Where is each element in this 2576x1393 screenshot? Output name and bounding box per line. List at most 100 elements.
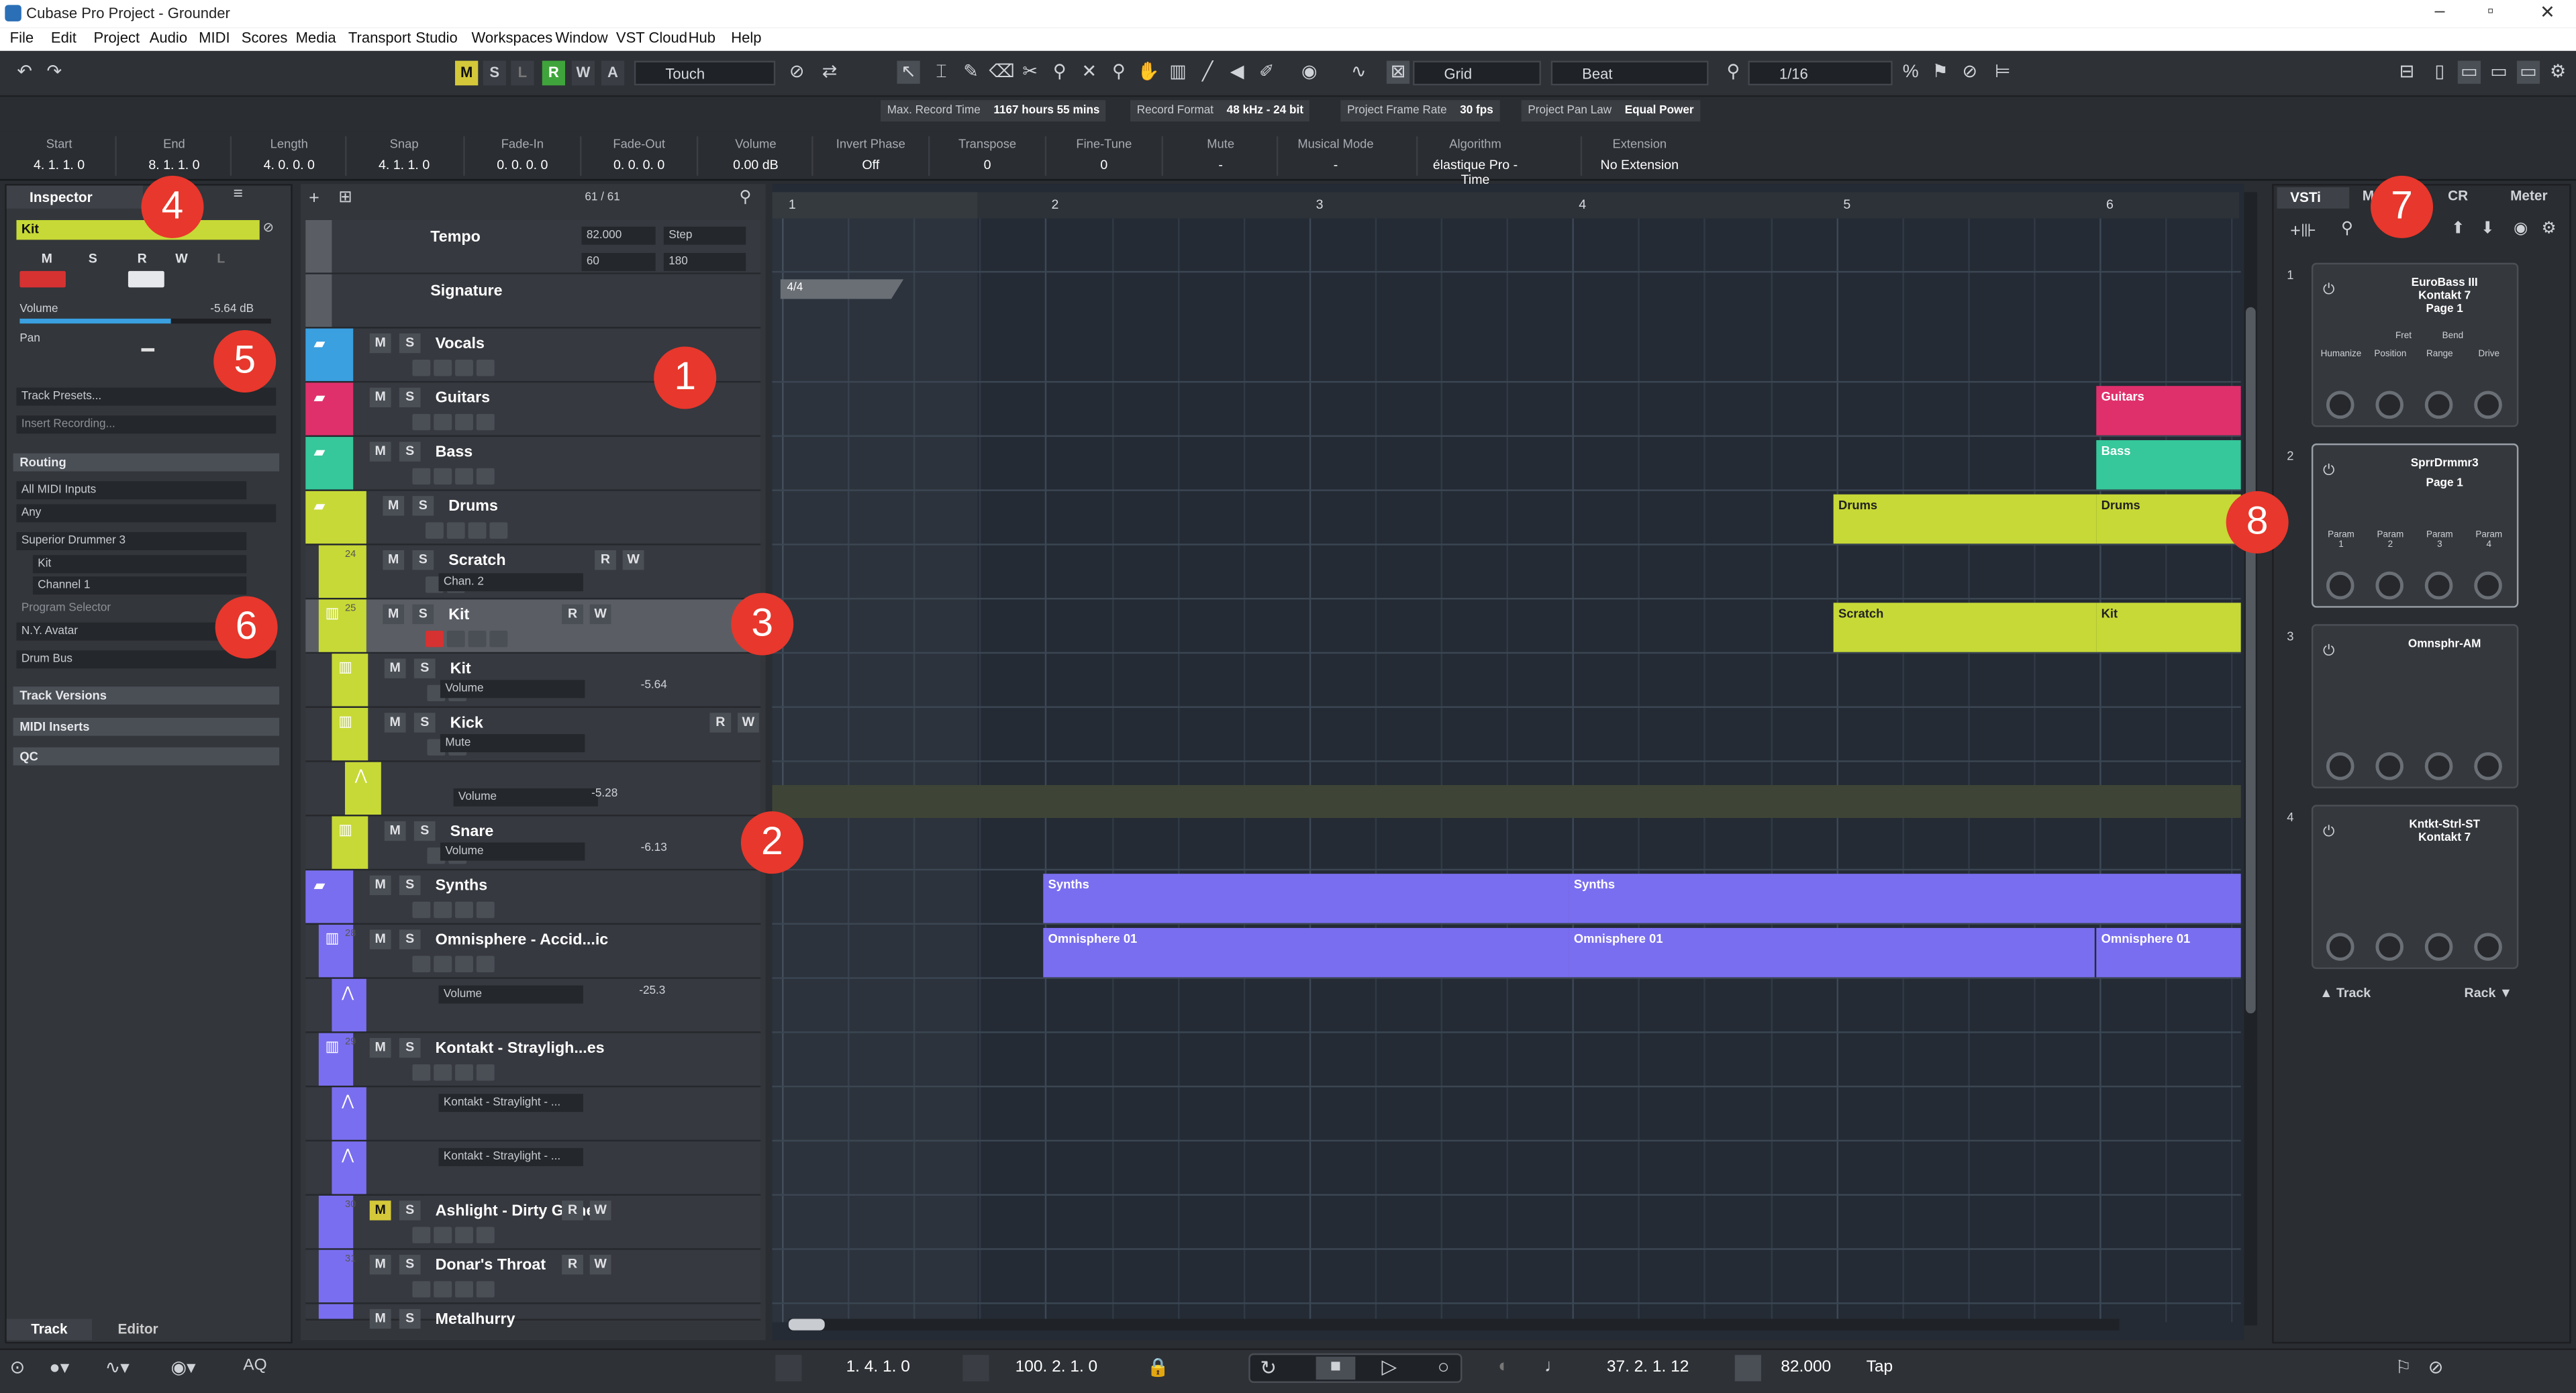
event-omnisphere-2[interactable]: Omnisphere 01 <box>1569 927 2095 978</box>
inspector-record-button[interactable] <box>19 270 66 288</box>
inspector-tab[interactable]: Inspector <box>6 185 143 209</box>
editor-tab[interactable]: Editor <box>95 1319 181 1341</box>
solo-state-button[interactable]: S <box>483 60 506 86</box>
track-control[interactable] <box>434 413 452 431</box>
tempo-value[interactable]: 82.000 <box>1781 1358 1831 1376</box>
undo-icon[interactable]: ↶ <box>13 61 36 84</box>
play-tool-icon[interactable]: ◀ <box>1226 61 1248 84</box>
solo-button[interactable]: S <box>413 713 436 733</box>
track-control[interactable] <box>434 468 452 485</box>
write-button[interactable]: W <box>738 713 759 733</box>
track-control[interactable] <box>412 1064 431 1081</box>
solo-button[interactable]: S <box>399 1255 421 1275</box>
track-control[interactable] <box>455 901 473 919</box>
range-tool-icon[interactable]: ⌶ <box>930 61 952 84</box>
menu-transport[interactable]: Transport <box>348 30 411 46</box>
track-color-strip[interactable] <box>318 545 366 598</box>
automation-value[interactable]: -25.3 <box>597 986 665 997</box>
info-value-0[interactable]: 4. 1. 1. 0 <box>1 158 116 172</box>
menu-hub[interactable]: Hub <box>689 30 715 46</box>
mute-button[interactable]: M <box>384 713 406 733</box>
inspector-timebase-button[interactable] <box>128 270 164 288</box>
track-control[interactable] <box>468 630 487 648</box>
mute-button[interactable]: M <box>383 604 405 625</box>
time-signature-event[interactable]: 4/4 <box>780 279 904 299</box>
write-button[interactable]: W <box>589 604 611 625</box>
sync-transport-icon[interactable]: ⊘ <box>2428 1357 2444 1378</box>
info-value-10[interactable]: - <box>1163 158 1278 172</box>
line-tool-icon[interactable]: ╱ <box>1196 61 1219 84</box>
sync-icon[interactable]: ⊘ <box>1959 61 1981 84</box>
add-track-icon[interactable]: + <box>309 189 319 208</box>
param-knob[interactable] <box>2326 933 2355 961</box>
param-knob[interactable] <box>2375 752 2404 780</box>
read-button[interactable]: R <box>595 550 616 570</box>
track-control[interactable] <box>476 360 495 376</box>
inspector-menu-icon[interactable]: ≡ <box>234 186 243 204</box>
snap-icon[interactable]: ⊠ <box>1386 60 1410 84</box>
grid-type-select[interactable]: Beat <box>1550 60 1709 86</box>
mute-button[interactable]: M <box>369 1308 391 1329</box>
listen-state-button[interactable]: L <box>511 60 534 86</box>
link-icon[interactable]: ⊘ <box>785 61 808 84</box>
param-knob[interactable] <box>2474 752 2502 780</box>
event-drums-1[interactable]: Drums <box>1833 494 2097 544</box>
solo-button[interactable]: S <box>413 821 436 841</box>
activity-icon[interactable]: ⊙ <box>10 1357 26 1378</box>
track-omnisphere[interactable]: 28 ▥ M S Omnisphere - Accid...ic <box>305 925 761 979</box>
automation-param-select[interactable]: Kontakt - Straylight - ... <box>438 1094 583 1113</box>
tempo-bpm-field[interactable]: 82.000 <box>581 226 656 245</box>
mute-button[interactable]: M <box>369 1200 391 1221</box>
menu-window[interactable]: Window <box>555 30 607 46</box>
track-control[interactable] <box>434 956 452 973</box>
quantize-select[interactable]: 1/16 <box>1748 60 1893 86</box>
punch-icon[interactable]: ◐ <box>1498 1357 1509 1376</box>
iterative-quantize-icon[interactable]: ⚑ <box>1929 61 1952 84</box>
info-value-13[interactable]: No Extension <box>1582 158 1697 172</box>
track-control[interactable] <box>476 901 495 919</box>
align-icon[interactable]: ⊨ <box>1991 61 2014 84</box>
solo-button[interactable]: S <box>399 442 421 462</box>
solo-button[interactable]: S <box>399 929 421 949</box>
info-value-8[interactable]: 0 <box>930 158 1044 172</box>
info-value-3[interactable]: 4. 1. 1. 0 <box>346 158 461 172</box>
event-guitars[interactable]: Guitars <box>2096 386 2241 435</box>
mute-button[interactable]: M <box>369 387 391 408</box>
track-control[interactable] <box>455 1281 473 1298</box>
right-locator-icon[interactable] <box>962 1355 989 1382</box>
kit-select[interactable]: Kit <box>32 555 247 574</box>
settings-icon[interactable]: ⚙ <box>2546 61 2569 84</box>
hand-tool-icon[interactable]: ✋ <box>1137 61 1160 84</box>
solo-button[interactable]: S <box>399 1037 421 1058</box>
param-knob[interactable] <box>2326 571 2355 600</box>
rack-search-icon[interactable]: ⚲ <box>2341 220 2353 238</box>
param-knob[interactable] <box>2326 752 2355 780</box>
snap-type-select[interactable]: Grid <box>1413 60 1541 86</box>
erase-tool-icon[interactable]: ⌫ <box>989 61 1015 84</box>
param-knob[interactable] <box>2375 571 2404 600</box>
channel-select[interactable]: Channel 1 <box>32 576 247 595</box>
track-control[interactable] <box>489 522 508 539</box>
record-enable-button[interactable] <box>425 630 444 648</box>
power-icon[interactable]: ⏻ <box>2323 642 2334 660</box>
cycle-region[interactable] <box>772 192 978 1323</box>
track-metalhurry[interactable]: M S Metalhurry <box>305 1304 761 1329</box>
track-control[interactable] <box>476 1064 495 1081</box>
info-value-5[interactable]: 0. 0. 0. 0 <box>581 158 696 172</box>
mute-button[interactable]: M <box>369 1037 391 1058</box>
track-control[interactable] <box>468 522 487 539</box>
info-value-9[interactable]: 0 <box>1046 158 1161 172</box>
keyboard-icon[interactable]: ⊟ <box>2395 61 2418 84</box>
mute-button[interactable]: M <box>384 821 406 841</box>
menu-midi[interactable]: MIDI <box>199 30 230 46</box>
tempo-range-low[interactable]: 60 <box>581 252 656 271</box>
vsti-tab[interactable]: VSTi <box>2277 187 2350 209</box>
solo-button[interactable]: S <box>399 1200 421 1221</box>
mute-button[interactable]: M <box>384 658 406 678</box>
solo-button[interactable]: S <box>412 550 434 570</box>
right-zone-icon[interactable]: ▭ <box>2516 60 2540 84</box>
solo-button[interactable]: S <box>412 604 434 625</box>
menu-media[interactable]: Media <box>296 30 336 46</box>
automation-value[interactable]: -6.13 <box>598 843 667 854</box>
automation-mode-select[interactable]: Touch <box>634 60 776 86</box>
